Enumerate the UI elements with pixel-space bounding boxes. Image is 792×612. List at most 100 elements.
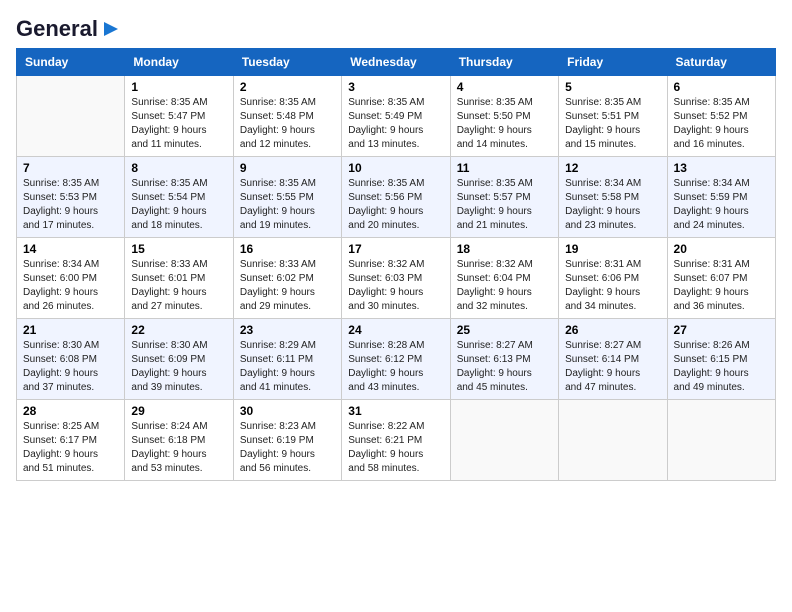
calendar-week-row: 21 Sunrise: 8:30 AM Sunset: 6:08 PM Dayli… (17, 319, 776, 400)
logo-arrow-icon (100, 18, 122, 40)
calendar-cell: 12 Sunrise: 8:34 AM Sunset: 5:58 PM Dayli… (559, 157, 667, 238)
calendar-cell (450, 400, 558, 481)
cell-day-number: 6 (674, 80, 769, 94)
cell-day-number: 23 (240, 323, 335, 337)
cell-info: Sunrise: 8:34 AM Sunset: 5:59 PM Dayligh… (674, 177, 769, 233)
cell-info: Sunrise: 8:25 AM Sunset: 6:17 PM Dayligh… (23, 420, 118, 476)
calendar-header-wednesday: Wednesday (342, 49, 450, 76)
calendar-cell: 4 Sunrise: 8:35 AM Sunset: 5:50 PM Daylig… (450, 76, 558, 157)
cell-info: Sunrise: 8:28 AM Sunset: 6:12 PM Dayligh… (348, 339, 443, 395)
calendar-cell (667, 400, 775, 481)
cell-day-number: 7 (23, 161, 118, 175)
calendar-cell: 8 Sunrise: 8:35 AM Sunset: 5:54 PM Daylig… (125, 157, 233, 238)
cell-info: Sunrise: 8:35 AM Sunset: 5:49 PM Dayligh… (348, 96, 443, 152)
cell-day-number: 19 (565, 242, 660, 256)
cell-info: Sunrise: 8:35 AM Sunset: 5:55 PM Dayligh… (240, 177, 335, 233)
calendar-cell: 6 Sunrise: 8:35 AM Sunset: 5:52 PM Daylig… (667, 76, 775, 157)
cell-info: Sunrise: 8:29 AM Sunset: 6:11 PM Dayligh… (240, 339, 335, 395)
cell-day-number: 2 (240, 80, 335, 94)
cell-day-number: 30 (240, 404, 335, 418)
calendar-table: SundayMondayTuesdayWednesdayThursdayFrid… (16, 48, 776, 481)
cell-info: Sunrise: 8:33 AM Sunset: 6:01 PM Dayligh… (131, 258, 226, 314)
cell-info: Sunrise: 8:34 AM Sunset: 6:00 PM Dayligh… (23, 258, 118, 314)
cell-day-number: 12 (565, 161, 660, 175)
calendar-cell: 27 Sunrise: 8:26 AM Sunset: 6:15 PM Dayli… (667, 319, 775, 400)
calendar-week-row: 28Sunrise: 8:25 AM Sunset: 6:17 PM Dayli… (17, 400, 776, 481)
cell-info: Sunrise: 8:31 AM Sunset: 6:06 PM Dayligh… (565, 258, 660, 314)
calendar-cell: 25 Sunrise: 8:27 AM Sunset: 6:13 PM Dayli… (450, 319, 558, 400)
cell-info: Sunrise: 8:30 AM Sunset: 6:08 PM Dayligh… (23, 339, 118, 395)
calendar-cell: 18Sunrise: 8:32 AM Sunset: 6:04 PM Dayli… (450, 238, 558, 319)
cell-info: Sunrise: 8:35 AM Sunset: 5:53 PM Dayligh… (23, 177, 118, 233)
cell-info: Sunrise: 8:24 AM Sunset: 6:18 PM Dayligh… (131, 420, 226, 476)
cell-day-number: 18 (457, 242, 552, 256)
calendar-cell: 10 Sunrise: 8:35 AM Sunset: 5:56 PM Dayli… (342, 157, 450, 238)
cell-day-number: 4 (457, 80, 552, 94)
cell-day-number: 13 (674, 161, 769, 175)
cell-day-number: 24 (348, 323, 443, 337)
cell-day-number: 26 (565, 323, 660, 337)
calendar-cell: 3 Sunrise: 8:35 AM Sunset: 5:49 PM Daylig… (342, 76, 450, 157)
cell-info: Sunrise: 8:23 AM Sunset: 6:19 PM Dayligh… (240, 420, 335, 476)
cell-day-number: 5 (565, 80, 660, 94)
cell-info: Sunrise: 8:35 AM Sunset: 5:54 PM Dayligh… (131, 177, 226, 233)
cell-info: Sunrise: 8:35 AM Sunset: 5:56 PM Dayligh… (348, 177, 443, 233)
cell-day-number: 16 (240, 242, 335, 256)
calendar-cell: 2 Sunrise: 8:35 AM Sunset: 5:48 PM Daylig… (233, 76, 341, 157)
calendar-cell: 13 Sunrise: 8:34 AM Sunset: 5:59 PM Dayli… (667, 157, 775, 238)
cell-info: Sunrise: 8:30 AM Sunset: 6:09 PM Dayligh… (131, 339, 226, 395)
cell-day-number: 10 (348, 161, 443, 175)
calendar-cell: 21 Sunrise: 8:30 AM Sunset: 6:08 PM Dayli… (17, 319, 125, 400)
cell-day-number: 22 (131, 323, 226, 337)
cell-info: Sunrise: 8:31 AM Sunset: 6:07 PM Dayligh… (674, 258, 769, 314)
calendar-cell: 28Sunrise: 8:25 AM Sunset: 6:17 PM Dayli… (17, 400, 125, 481)
cell-day-number: 11 (457, 161, 552, 175)
calendar-header-sunday: Sunday (17, 49, 125, 76)
logo: General (16, 16, 122, 38)
cell-day-number: 15 (131, 242, 226, 256)
cell-info: Sunrise: 8:35 AM Sunset: 5:51 PM Dayligh… (565, 96, 660, 152)
cell-info: Sunrise: 8:32 AM Sunset: 6:03 PM Dayligh… (348, 258, 443, 314)
cell-day-number: 27 (674, 323, 769, 337)
calendar-cell: 16 Sunrise: 8:33 AM Sunset: 6:02 PM Dayli… (233, 238, 341, 319)
calendar-header-row: SundayMondayTuesdayWednesdayThursdayFrid… (17, 49, 776, 76)
calendar-header-monday: Monday (125, 49, 233, 76)
cell-day-number: 20 (674, 242, 769, 256)
cell-info: Sunrise: 8:34 AM Sunset: 5:58 PM Dayligh… (565, 177, 660, 233)
page-header: General (16, 16, 776, 38)
cell-day-number: 25 (457, 323, 552, 337)
calendar-cell: 5 Sunrise: 8:35 AM Sunset: 5:51 PM Daylig… (559, 76, 667, 157)
cell-info: Sunrise: 8:35 AM Sunset: 5:57 PM Dayligh… (457, 177, 552, 233)
cell-info: Sunrise: 8:33 AM Sunset: 6:02 PM Dayligh… (240, 258, 335, 314)
calendar-cell: 30 Sunrise: 8:23 AM Sunset: 6:19 PM Dayli… (233, 400, 341, 481)
calendar-cell: 9 Sunrise: 8:35 AM Sunset: 5:55 PM Daylig… (233, 157, 341, 238)
cell-day-number: 3 (348, 80, 443, 94)
cell-info: Sunrise: 8:27 AM Sunset: 6:14 PM Dayligh… (565, 339, 660, 395)
calendar-cell: 14 Sunrise: 8:34 AM Sunset: 6:00 PM Dayli… (17, 238, 125, 319)
cell-day-number: 14 (23, 242, 118, 256)
cell-info: Sunrise: 8:27 AM Sunset: 6:13 PM Dayligh… (457, 339, 552, 395)
calendar-cell: 7 Sunrise: 8:35 AM Sunset: 5:53 PM Daylig… (17, 157, 125, 238)
calendar-cell: 1 Sunrise: 8:35 AM Sunset: 5:47 PM Daylig… (125, 76, 233, 157)
calendar-header-tuesday: Tuesday (233, 49, 341, 76)
cell-day-number: 8 (131, 161, 226, 175)
cell-info: Sunrise: 8:22 AM Sunset: 6:21 PM Dayligh… (348, 420, 443, 476)
calendar-cell (17, 76, 125, 157)
cell-info: Sunrise: 8:35 AM Sunset: 5:47 PM Dayligh… (131, 96, 226, 152)
cell-info: Sunrise: 8:26 AM Sunset: 6:15 PM Dayligh… (674, 339, 769, 395)
calendar-header-friday: Friday (559, 49, 667, 76)
calendar-week-row: 14 Sunrise: 8:34 AM Sunset: 6:00 PM Dayli… (17, 238, 776, 319)
calendar-cell (559, 400, 667, 481)
calendar-cell: 24 Sunrise: 8:28 AM Sunset: 6:12 PM Dayli… (342, 319, 450, 400)
cell-day-number: 1 (131, 80, 226, 94)
calendar-header-thursday: Thursday (450, 49, 558, 76)
cell-day-number: 9 (240, 161, 335, 175)
logo-general: General (16, 16, 98, 42)
calendar-cell: 29 Sunrise: 8:24 AM Sunset: 6:18 PM Dayli… (125, 400, 233, 481)
calendar-cell: 23 Sunrise: 8:29 AM Sunset: 6:11 PM Dayli… (233, 319, 341, 400)
cell-day-number: 29 (131, 404, 226, 418)
cell-info: Sunrise: 8:35 AM Sunset: 5:50 PM Dayligh… (457, 96, 552, 152)
cell-day-number: 21 (23, 323, 118, 337)
cell-info: Sunrise: 8:35 AM Sunset: 5:48 PM Dayligh… (240, 96, 335, 152)
cell-info: Sunrise: 8:35 AM Sunset: 5:52 PM Dayligh… (674, 96, 769, 152)
